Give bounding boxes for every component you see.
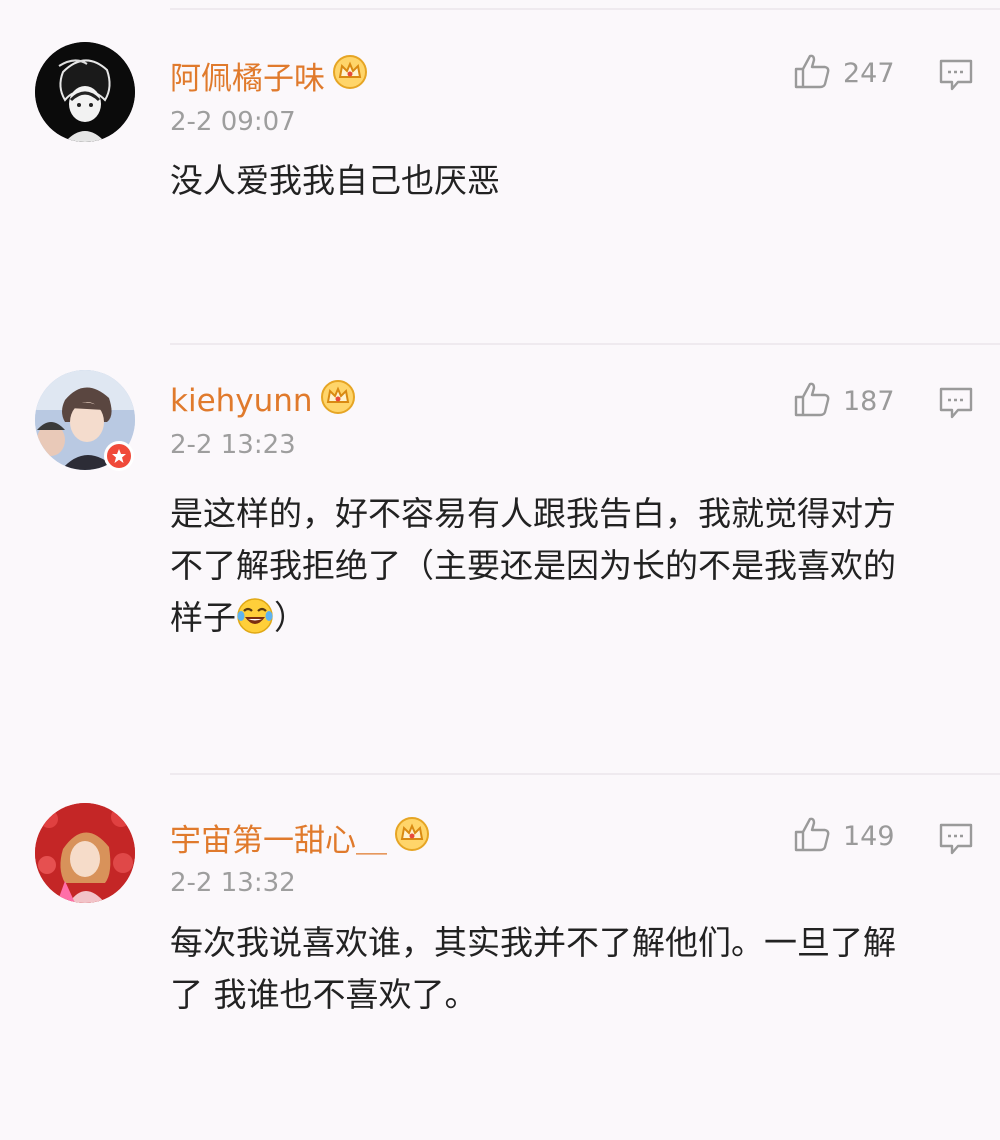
username[interactable]: kiehyunn	[170, 380, 355, 422]
like-count: 247	[843, 57, 895, 89]
like-count: 187	[843, 385, 895, 417]
timestamp: 2-2 13:32	[170, 868, 296, 898]
comment-icon[interactable]	[938, 58, 974, 96]
like-button[interactable]: 149	[793, 815, 895, 857]
username[interactable]: 宇宙第一甜心＿	[170, 815, 429, 860]
crown-icon	[395, 816, 429, 859]
divider	[170, 8, 1000, 10]
divider	[170, 773, 1000, 775]
comment-text: 每次我说喜欢谁，其实我并不了解他们。一旦了解 了 我谁也不喜欢了。	[170, 923, 896, 1014]
comment-text: 是这样的，好不容易有人跟我告白，我就觉得对方 不了解我拒绝了（主要还是因为长的不…	[170, 488, 970, 650]
laugh-cry-emoji	[236, 597, 274, 650]
timestamp: 2-2 09:07	[170, 107, 296, 137]
divider	[170, 343, 1000, 345]
thumbs-up-icon	[793, 52, 831, 94]
username-text[interactable]: 阿佩橘子味	[170, 53, 325, 98]
comment-icon[interactable]	[938, 822, 974, 860]
comment-text: 没人爱我我自己也厌恶	[170, 161, 500, 200]
timestamp: 2-2 13:23	[170, 430, 296, 460]
like-count: 149	[843, 820, 895, 852]
avatar[interactable]	[35, 42, 135, 142]
avatar[interactable]	[35, 803, 135, 903]
comment-icon[interactable]	[938, 386, 974, 424]
crown-icon	[320, 380, 355, 422]
username-text[interactable]: kiehyunn	[170, 383, 313, 419]
verified-badge-icon	[104, 441, 134, 471]
username-text[interactable]: 宇宙第一甜心＿	[170, 815, 387, 860]
crown-icon	[333, 54, 367, 97]
thumbs-up-icon	[793, 815, 831, 857]
like-button[interactable]: 247	[793, 52, 895, 94]
comment-text-tail: ）	[274, 598, 307, 637]
username[interactable]: 阿佩橘子味	[170, 53, 367, 98]
thumbs-up-icon	[793, 380, 831, 422]
like-button[interactable]: 187	[793, 380, 895, 422]
